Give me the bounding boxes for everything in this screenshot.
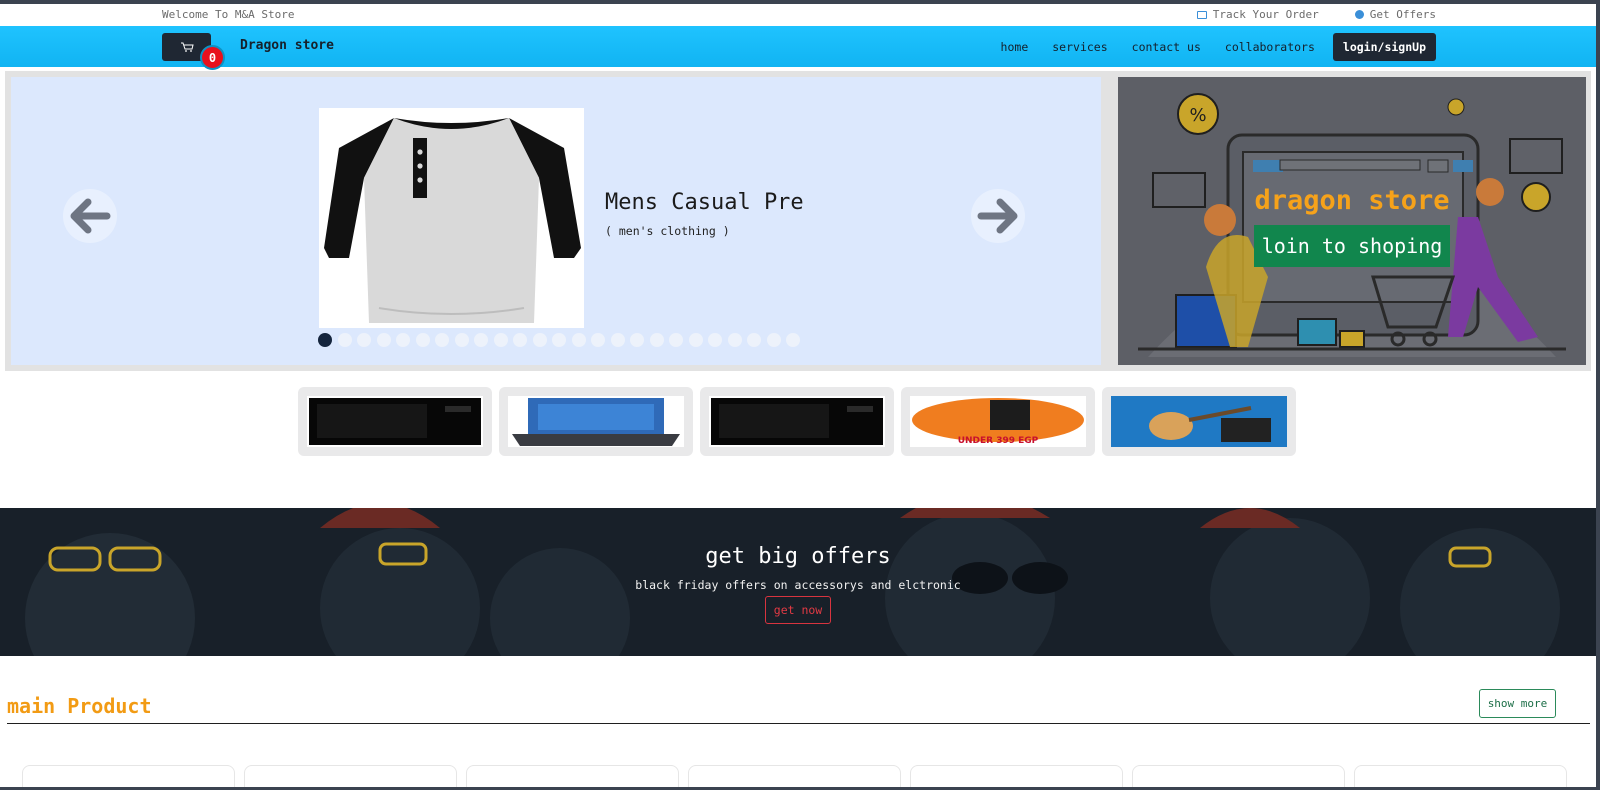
thumbnail-laptop[interactable] (499, 387, 693, 456)
nav-link-contact[interactable]: contact us (1120, 32, 1213, 62)
slider-dot[interactable] (435, 333, 449, 347)
product-card[interactable] (22, 765, 235, 787)
nav-link-services[interactable]: services (1040, 32, 1119, 62)
login-to-shopping-button[interactable]: loin to shoping (1254, 225, 1450, 267)
brand-name[interactable]: Dragon store (240, 38, 334, 53)
prev-slide-button[interactable] (63, 189, 117, 243)
microwave-image (709, 396, 885, 447)
slider-dot[interactable] (415, 333, 430, 347)
product-card[interactable] (466, 765, 679, 787)
slider-dot[interactable] (630, 333, 644, 347)
shopping-illustration: % (1138, 93, 1566, 357)
product-image[interactable] (319, 108, 584, 328)
slider-dot[interactable] (474, 333, 488, 347)
track-order-label: Track Your Order (1212, 8, 1319, 21)
get-now-button[interactable]: get now (765, 596, 831, 624)
thumbnail-guitar[interactable] (1102, 387, 1296, 456)
cart-count-badge: 0 (200, 45, 225, 70)
slider-dot[interactable] (513, 333, 527, 347)
banner-title: get big offers (705, 544, 891, 569)
slider-dots (318, 333, 800, 347)
main-navbar: 0 Dragon store home services contact us … (0, 26, 1596, 70)
product-card[interactable] (910, 765, 1123, 787)
slider-dot[interactable] (747, 333, 761, 347)
laptop-image (508, 396, 684, 447)
promo-title: dragon store (1254, 185, 1450, 216)
top-links: Track Your Order Get Offers (1196, 8, 1436, 21)
product-title[interactable]: Mens Casual Pre (605, 190, 804, 215)
welcome-text: Welcome To M&A Store (162, 8, 295, 21)
thumbnail-microwave-1[interactable] (298, 387, 492, 456)
hero-section: Mens Casual Pre ( men's clothing ) % dra… (5, 71, 1591, 371)
nav-link-collaborators[interactable]: collaborators (1213, 32, 1327, 62)
guitar-image (1111, 396, 1287, 447)
arrow-right-icon (977, 198, 1018, 234)
slider-dot[interactable] (552, 333, 566, 347)
slider-dot[interactable] (493, 333, 508, 347)
product-card[interactable] (244, 765, 457, 787)
login-signup-button[interactable]: login/signUp (1332, 33, 1436, 61)
browser-window: Welcome To M&A Store Track Your Order Ge… (0, 4, 1596, 787)
slider-dot[interactable] (454, 333, 469, 347)
product-slider: Mens Casual Pre ( men's clothing ) (11, 77, 1101, 365)
microwave-image (307, 396, 483, 447)
slider-dot[interactable] (357, 333, 371, 347)
slider-dot[interactable] (571, 333, 586, 347)
slider-dot[interactable] (591, 333, 605, 347)
nav-links: home services contact us collaborators l… (989, 32, 1436, 62)
product-card[interactable] (1354, 765, 1567, 787)
product-cards-row (22, 765, 1567, 787)
slider-dot[interactable] (669, 333, 683, 347)
slider-dot[interactable] (727, 333, 742, 347)
slider-dot[interactable] (649, 333, 664, 347)
offers-banner: get big offers black friday offers on ac… (0, 508, 1596, 656)
section-divider (7, 723, 1590, 724)
arrow-left-icon (70, 198, 111, 234)
slider-dot[interactable] (766, 333, 781, 347)
slider-dot[interactable] (688, 333, 703, 347)
cart-icon (180, 42, 194, 52)
get-offers-link[interactable]: Get Offers (1354, 8, 1436, 21)
thumbnail-microwave-2[interactable] (700, 387, 894, 456)
slider-dot[interactable] (337, 333, 352, 347)
product-category: ( men's clothing ) (605, 224, 730, 238)
slider-dot[interactable] (708, 333, 722, 347)
track-order-link[interactable]: Track Your Order (1196, 8, 1319, 21)
offer-icon (1354, 10, 1364, 19)
nav-link-home[interactable]: home (989, 32, 1041, 62)
slider-dot[interactable] (786, 333, 800, 347)
product-card[interactable] (688, 765, 901, 787)
svg-text:%: % (1189, 105, 1206, 126)
section-title: main Product (7, 694, 152, 718)
slider-dot[interactable] (610, 333, 625, 347)
top-info-bar: Welcome To M&A Store Track Your Order Ge… (0, 4, 1596, 26)
banner-subtitle: black friday offers on accessorys and el… (635, 578, 961, 592)
offer-banner-image: UNDER 399 EGP (910, 396, 1086, 447)
slider-dot[interactable] (318, 333, 332, 347)
promo-panel: % dragon store loin to shoping (1118, 77, 1586, 365)
show-more-button[interactable]: show more (1479, 689, 1556, 718)
truck-icon (1196, 10, 1207, 19)
slider-dot[interactable] (376, 333, 391, 347)
category-thumbnails: UNDER 399 EGP (298, 387, 1296, 456)
offer-thumb-text: UNDER 399 EGP (958, 436, 1039, 446)
product-card[interactable] (1132, 765, 1345, 787)
get-offers-label: Get Offers (1369, 8, 1436, 21)
slider-dot[interactable] (396, 333, 410, 347)
thumbnail-offer[interactable]: UNDER 399 EGP (901, 387, 1095, 456)
next-slide-button[interactable] (971, 189, 1025, 243)
shirt-image (324, 118, 581, 323)
slider-dot[interactable] (532, 333, 547, 347)
